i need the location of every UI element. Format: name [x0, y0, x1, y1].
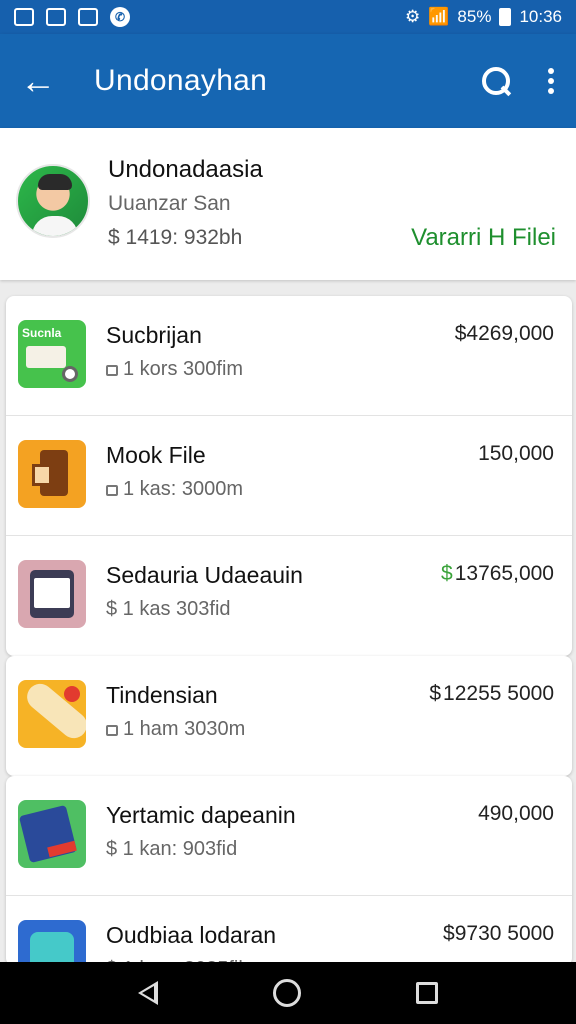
item-title: Sucbrijan: [106, 322, 202, 348]
lock-icon: [106, 485, 118, 496]
status-bar: ✆ ⚙ 📶 85% 10:36: [0, 0, 576, 34]
view-file-link[interactable]: Vararri H Filei: [411, 224, 556, 252]
item-amount: $13765,000: [441, 562, 554, 585]
profile-subtitle: Uuanzar San: [108, 192, 231, 215]
app-bar: ← Undonayhan: [0, 34, 576, 128]
item-amount: 490,000: [478, 802, 554, 825]
nav-recents-icon[interactable]: [416, 982, 439, 1004]
app-icon: [78, 8, 98, 26]
avatar[interactable]: [16, 164, 90, 238]
item-subtitle: $ 1 kas 303fid: [106, 598, 231, 620]
item-subtitle: $ 1 kan: 903fid: [106, 838, 238, 860]
whatsapp-icon: ✆: [110, 7, 130, 27]
battery-icon: [499, 8, 512, 26]
item-subtitle: 1 kors 300fim: [106, 358, 243, 381]
list-item[interactable]: Oudbiaa lodaran $ 1 ham 3035fil $9730 50…: [6, 896, 572, 966]
list-item[interactable]: Tindensian 1 ham 3030m $12255 5000: [6, 656, 572, 776]
profile-name: Undonadaasia: [108, 156, 263, 183]
item-title: Sedauria Udaeauin: [106, 562, 303, 588]
list-card: Yertamic dapeanin $ 1 kan: 903fid 490,00…: [6, 776, 572, 966]
item-amount: $12255 5000: [429, 682, 554, 705]
item-subtitle: 1 ham 3030m: [106, 718, 245, 741]
list-card: Tindensian 1 ham 3030m $12255 5000: [6, 656, 572, 776]
green-dollar-icon: $: [441, 562, 453, 585]
lock-icon: [106, 725, 118, 736]
page-title: Undonayhan: [94, 64, 268, 97]
notification-icon: [14, 8, 34, 26]
profile-card[interactable]: Undonadaasia Uuanzar San $ 1419: 932bh V…: [0, 128, 576, 280]
book-file-app-icon: [18, 440, 86, 508]
item-amount: $9730 5000: [443, 922, 554, 945]
item-amount: 150,000: [478, 442, 554, 465]
phone-app-icon: [18, 920, 86, 966]
more-vertical-icon[interactable]: [548, 68, 556, 94]
item-subtitle: 1 kas: 3000m: [106, 478, 243, 501]
debug-icon: ⚙: [405, 7, 421, 26]
dollar-icon: $: [429, 682, 442, 705]
clock: 10:36: [519, 7, 562, 26]
lock-icon: [106, 365, 118, 376]
search-icon[interactable]: [480, 65, 512, 97]
nav-back-icon[interactable]: [137, 981, 158, 1005]
back-arrow-icon[interactable]: ←: [20, 60, 64, 102]
touch-app-icon: [18, 680, 86, 748]
item-title: Tindensian: [106, 682, 218, 708]
list-item[interactable]: Sucnla Sucbrijan 1 kors 300fim $4269,000: [6, 296, 572, 416]
image-icon: [46, 8, 66, 26]
list-item[interactable]: Sedauria Udaeauin $ 1 kas 303fid $13765,…: [6, 536, 572, 656]
item-title: Yertamic dapeanin: [106, 802, 296, 828]
list-card: Sucnla Sucbrijan 1 kors 300fim $4269,000…: [6, 296, 572, 656]
subscription-app-icon: Sucnla: [18, 320, 86, 388]
system-nav-bar: [0, 962, 576, 1024]
item-amount: $4269,000: [454, 322, 554, 345]
list-item[interactable]: Yertamic dapeanin $ 1 kan: 903fid 490,00…: [6, 776, 572, 896]
book-app-icon: [18, 800, 86, 868]
battery-percent: 85%: [457, 7, 492, 26]
item-title: Oudbiaa lodaran: [106, 922, 277, 948]
profile-amount: $ 1419: 932bh: [108, 226, 243, 249]
list-item[interactable]: Mook File 1 kas: 3000m 150,000: [6, 416, 572, 536]
item-title: Mook File: [106, 442, 206, 468]
wifi-icon: 📶: [428, 7, 450, 26]
nav-home-icon[interactable]: [272, 979, 301, 1007]
calculator-app-icon: [18, 560, 86, 628]
